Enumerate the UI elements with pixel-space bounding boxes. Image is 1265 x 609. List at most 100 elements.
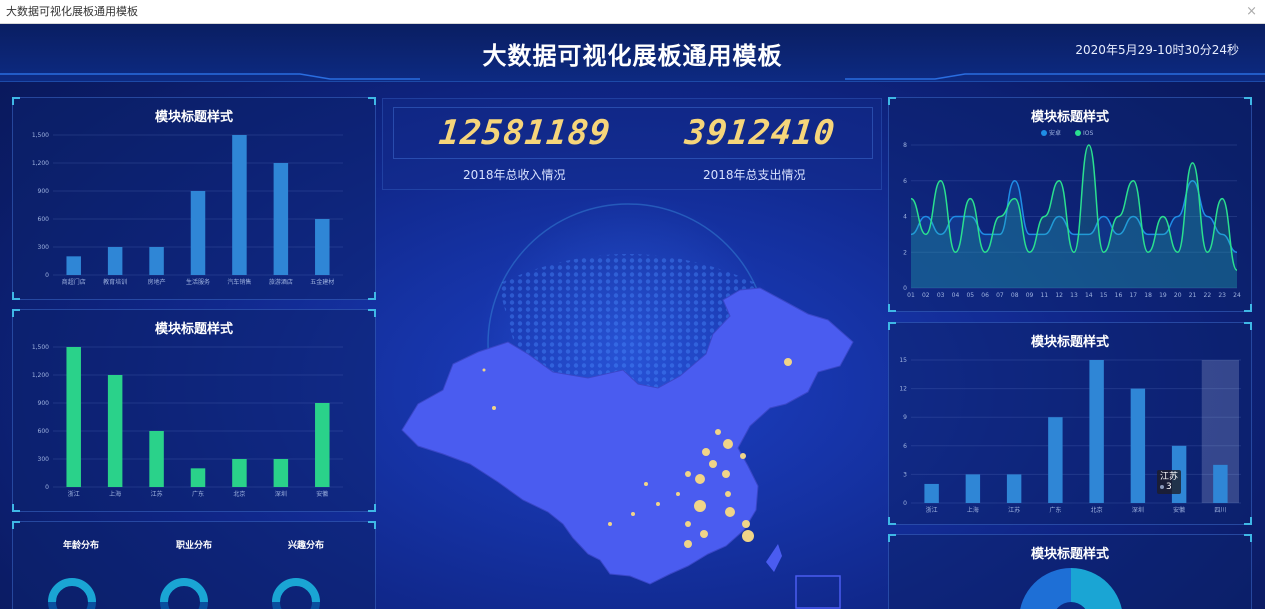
x-tick-label: 浙江: [926, 506, 938, 514]
donut-charts: [48, 578, 320, 609]
taiwan-shape[interactable]: [766, 544, 782, 572]
x-tick-label: 汽车销售: [227, 278, 251, 286]
y-tick-label: 9: [903, 414, 907, 421]
panel-left-bottom: 年龄分布 职业分布 兴趣分布: [12, 521, 376, 609]
x-tick-label: 05: [966, 292, 974, 299]
x-tick-label: 北京: [233, 490, 245, 498]
bar: [232, 459, 247, 487]
kpi-panel: 12581189 3912410 2018年总收入情况 2018年总支出情况: [382, 98, 882, 190]
x-tick-label: 12: [1055, 292, 1063, 299]
x-tick-label: 06: [981, 292, 989, 299]
y-tick-label: 12: [899, 386, 907, 393]
chart-tooltip: 江苏 3: [1157, 470, 1181, 494]
x-tick-label: 上海: [967, 506, 979, 514]
y-tick-label: 1,200: [32, 372, 49, 379]
x-tick-label: 北京: [1091, 506, 1103, 514]
x-tick-label: 浙江: [68, 490, 80, 498]
legend-label: IOS: [1083, 130, 1093, 137]
bar: [315, 403, 330, 487]
x-tick-label: 商超门店: [62, 278, 86, 286]
bar: [965, 474, 981, 503]
legend-label: 安卓: [1049, 129, 1061, 137]
y-tick-label: 600: [38, 216, 50, 223]
bar: [66, 256, 81, 275]
x-tick-label: 19: [1159, 292, 1167, 299]
tooltip-title: 江苏: [1160, 472, 1179, 482]
kpi-income-label: 2018年总收入情况: [463, 168, 566, 182]
y-tick-label: 300: [38, 456, 50, 463]
y-tick-label: 15: [899, 357, 907, 364]
kpi-expense-value: 3912410: [682, 113, 838, 153]
x-tick-label: 17: [1129, 292, 1137, 299]
window-title: 大数据可视化展板通用模板: [6, 5, 138, 18]
bar: [190, 191, 206, 275]
x-tick-label: 安徽: [316, 490, 328, 498]
close-icon[interactable]: ×: [1246, 0, 1257, 24]
legend-marker: [1041, 130, 1047, 136]
y-tick-label: 1,500: [32, 132, 49, 139]
bar: [1130, 388, 1146, 503]
x-tick-label: 旅游酒店: [269, 278, 293, 286]
area-chart-platform: 0246801 02 03 04 05 06 07 08 09 11 12 13 14 15 16 17 18 1…: [903, 129, 1241, 299]
x-tick-label: 09: [1026, 292, 1034, 299]
legend-marker: [1075, 130, 1081, 136]
y-tick-label: 6: [903, 178, 907, 185]
china-map[interactable]: [388, 194, 878, 609]
donut-age: [48, 578, 96, 609]
bar: [273, 459, 289, 487]
dashboard-stage: 大数据可视化展板通用模板 2020年5月29-10时30分24秒 模块标题样式 …: [0, 24, 1265, 609]
x-tick-label: 15: [1100, 292, 1108, 299]
x-tick-label: 江苏: [151, 490, 163, 498]
x-tick-label: 18: [1144, 292, 1152, 299]
x-tick-label: 广东: [1049, 506, 1061, 514]
y-tick-label: 1,500: [32, 344, 49, 351]
x-tick-label: 深圳: [1132, 506, 1144, 514]
kpi-income-value: 12581189: [436, 113, 613, 153]
y-tick-label: 1,200: [32, 160, 49, 167]
donut-interest: [272, 578, 320, 609]
x-tick-label: 08: [1011, 292, 1019, 299]
x-tick-label: 房地产: [148, 278, 166, 286]
y-tick-label: 0: [903, 285, 907, 292]
header-right-decoration: [845, 73, 1265, 80]
y-tick-label: 8: [903, 142, 907, 149]
panel-right-top: 模块标题样式 0 2 4 6 8 01 02 03 04 05 06 07 08 09 11 12 13 14 15…: [888, 97, 1252, 312]
y-tick-label: 600: [38, 428, 50, 435]
y-tick-label: 900: [38, 400, 50, 407]
x-tick-label: 22: [1204, 292, 1212, 299]
bar: [66, 347, 81, 487]
x-tick-label: 13: [1070, 292, 1078, 299]
y-tick-label: 2: [903, 249, 907, 256]
bar: [924, 483, 939, 503]
x-tick-label: 03: [937, 292, 945, 299]
bar-chart-city: 03691215浙江 上海 江苏 广东 北京 深圳 安徽 四川: [899, 357, 1241, 514]
x-tick-label: 五金建材: [310, 278, 334, 286]
y-tick-label: 0: [903, 500, 907, 507]
panel-right-mid: 模块标题样式 0 3 6 9 12 15 浙江 上海 江苏 广东 北京 深圳 安徽 四川: [888, 322, 1252, 525]
x-tick-label: 广东: [192, 490, 204, 498]
bar: [149, 247, 164, 275]
x-tick-label: 安徽: [1173, 506, 1185, 514]
bar: [315, 219, 330, 275]
bar: [1213, 464, 1228, 503]
y-tick-label: 0: [45, 272, 49, 279]
x-tick-label: 深圳: [275, 490, 287, 498]
x-tick-label: 20: [1174, 292, 1182, 299]
bar: [1048, 417, 1063, 503]
panel-left-top: 模块标题样式 0 300 600 900 1,200 1,500 商超门店 教育培训 房地产 生活…: [12, 97, 376, 300]
bar: [1006, 474, 1022, 503]
y-tick-label: 3: [903, 471, 907, 478]
x-tick-label: 生活服务: [186, 278, 210, 286]
x-tick-label: 07: [996, 292, 1004, 299]
bar: [107, 375, 123, 487]
kpi-expense-label: 2018年总支出情况: [703, 168, 806, 182]
x-tick-label: 四川: [1214, 507, 1226, 514]
bar: [190, 468, 206, 487]
header-clock: 2020年5月29-10时30分24秒: [1075, 43, 1239, 57]
bar: [232, 135, 247, 275]
donut-job: [160, 578, 208, 609]
y-tick-label: 4: [903, 214, 907, 221]
x-tick-label: 24: [1233, 292, 1241, 299]
x-tick-label: 教育培训: [103, 278, 127, 286]
y-tick-label: 0: [45, 484, 49, 491]
